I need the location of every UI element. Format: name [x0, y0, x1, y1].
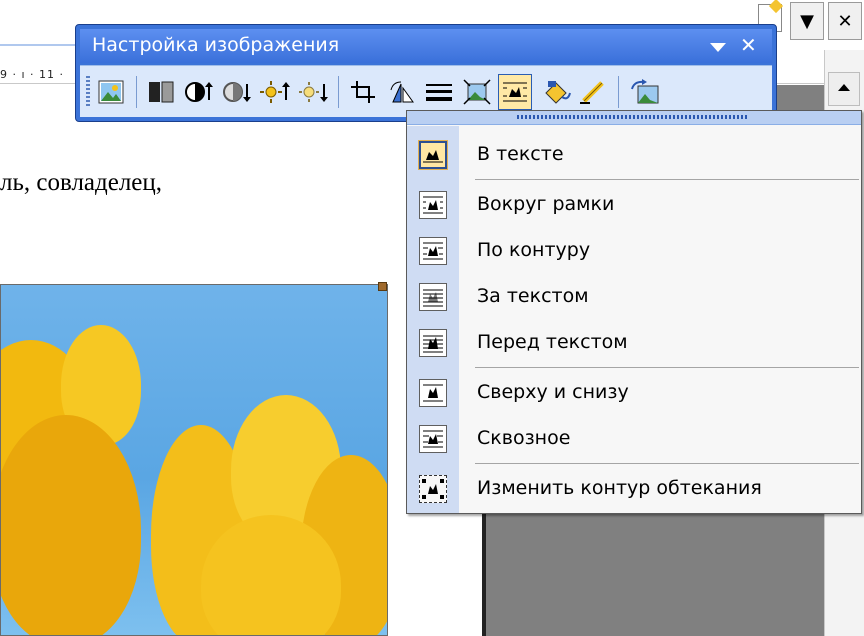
close-window-button[interactable]: ✕: [828, 2, 862, 40]
edit-wrap-points-icon: [419, 475, 447, 503]
menu-separator: [475, 463, 859, 464]
picture-toolbar[interactable]: Настройка изображения ✕: [75, 24, 777, 122]
toolbar-close-icon[interactable]: ✕: [740, 33, 757, 57]
toolbar-options-button[interactable]: ▼: [790, 2, 824, 40]
behind-text-icon: [419, 283, 447, 311]
top-and-bottom-icon: [419, 379, 447, 407]
menu-grip[interactable]: [517, 115, 747, 119]
format-picture-icon[interactable]: [540, 74, 574, 110]
menu-item-label: Сквозное: [477, 427, 571, 449]
scroll-up-button[interactable]: [828, 72, 860, 106]
menu-item-in-line-with-text[interactable]: В тексте: [407, 135, 861, 175]
menu-item-behind-text[interactable]: За текстом: [407, 277, 861, 317]
tight-wrap-icon: [419, 237, 447, 265]
line-style-icon[interactable]: [422, 74, 456, 110]
ruler-ticks: 9 · ı · 11 ·: [0, 68, 65, 81]
toolbar-title-bar[interactable]: Настройка изображения ✕: [80, 29, 772, 63]
menu-separator: [475, 367, 859, 368]
compress-icon[interactable]: [460, 74, 494, 110]
toolbar-separator: [136, 76, 137, 108]
menu-item-through[interactable]: Сквозное: [407, 419, 861, 459]
crop-icon[interactable]: [346, 74, 380, 110]
menu-item-label: Сверху и снизу: [477, 381, 629, 403]
menu-item-tight[interactable]: По контуру: [407, 231, 861, 271]
rotate-icon[interactable]: [384, 74, 418, 110]
in-front-of-text-icon: [419, 329, 447, 357]
reset-picture-icon[interactable]: [628, 74, 662, 110]
menu-item-top-and-bottom[interactable]: Сверху и снизу: [407, 373, 861, 413]
more-brightness-icon[interactable]: [258, 74, 292, 110]
through-wrap-icon: [419, 425, 447, 453]
document-text: ль, совладелец,: [0, 169, 163, 196]
toolbar-grip[interactable]: [86, 76, 90, 108]
toolbar-separator: [338, 76, 339, 108]
set-transparent-color-icon[interactable]: [576, 74, 610, 110]
less-brightness-icon[interactable]: [296, 74, 330, 110]
toolbar-separator: [618, 76, 619, 108]
in-line-with-text-icon: [418, 140, 448, 170]
menu-item-label: Вокруг рамки: [477, 193, 615, 215]
square-wrap-icon: [419, 191, 447, 219]
menu-item-square[interactable]: Вокруг рамки: [407, 185, 861, 225]
menu-item-label: Изменить контур обтекания: [477, 477, 762, 499]
insert-picture-icon[interactable]: [94, 74, 128, 110]
menu-item-label: По контуру: [477, 239, 591, 261]
text-wrapping-menu[interactable]: В тексте Вокруг рамки По контуру За текс…: [406, 110, 862, 514]
text-wrapping-icon[interactable]: [498, 74, 532, 110]
tulip-picture[interactable]: [0, 284, 388, 636]
menu-drag-bar[interactable]: [407, 111, 861, 125]
more-contrast-icon[interactable]: [182, 74, 216, 110]
toolbar-options-icon[interactable]: [710, 43, 726, 52]
menu-item-in-front-of-text[interactable]: Перед текстом: [407, 323, 861, 363]
menu-item-label: В тексте: [477, 143, 564, 165]
menu-item-label: Перед текстом: [477, 331, 628, 353]
menu-separator: [475, 179, 859, 180]
picture-resize-handle[interactable]: [378, 282, 387, 291]
less-contrast-icon[interactable]: [220, 74, 254, 110]
up-arrow-icon: [838, 84, 850, 91]
color-icon[interactable]: [144, 74, 178, 110]
menu-item-edit-wrap-points[interactable]: Изменить контур обтекания: [407, 469, 861, 509]
menu-item-label: За текстом: [477, 285, 589, 307]
toolbar-title: Настройка изображения: [92, 34, 340, 56]
